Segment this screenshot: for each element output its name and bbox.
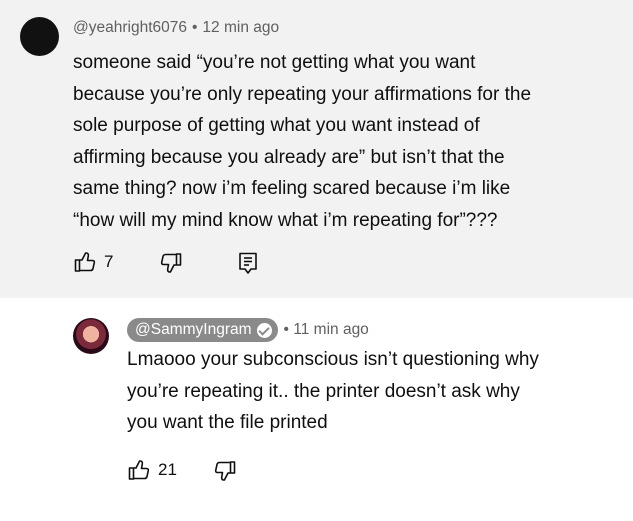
reply-icon	[239, 252, 257, 274]
thumbs-down-icon	[214, 461, 236, 481]
verified-check-icon	[256, 322, 272, 338]
like-count: 7	[104, 252, 114, 271]
separator: •	[191, 19, 198, 36]
comment: @yeahright6076 • 12 min ago someone said “…	[0, 0, 633, 298]
author-handle-pill[interactable]: @SammyIngram	[127, 318, 278, 342]
comment-text: someone said “you’re not getting what yo…	[73, 47, 623, 236]
reply-button[interactable]	[237, 251, 259, 275]
comment-line: someone said “you’re not getting what yo…	[73, 52, 476, 73]
comment-line: affirming because you already are” but i…	[73, 146, 505, 168]
reply-author: @SammyIngram	[135, 321, 252, 338]
reply-line: you’re repeating it.. the printer doesn’…	[127, 380, 520, 402]
comment-line: because you’re only repeating your affir…	[73, 83, 532, 105]
reply-line: you want the file printed	[127, 412, 328, 433]
like-count: 21	[158, 460, 177, 479]
reply-text: Lmaooo your subconscious isn’t questioni…	[127, 344, 622, 439]
reply-time-text: 11 min ago	[293, 321, 369, 338]
dislike-button[interactable]	[159, 251, 183, 275]
comment-line: sole purpose of getting what you want in…	[73, 115, 480, 136]
comment-line: same thing? now i’m feeling scared becau…	[73, 178, 511, 199]
comment-author[interactable]: @yeahright6076	[73, 19, 187, 36]
thumbs-down-icon	[160, 253, 182, 273]
avatar[interactable]	[20, 17, 59, 56]
thumbs-up-icon	[74, 252, 96, 272]
reply-line: Lmaooo your subconscious isn’t questioni…	[127, 349, 539, 370]
comment-meta: @yeahright6076 • 12 min ago	[73, 19, 279, 37]
like-button[interactable]: 7	[73, 250, 113, 274]
reply-comment: @SammyIngram • 11 min ago Lmaooo your su…	[0, 298, 633, 521]
thumbs-up-icon	[128, 460, 150, 480]
reply-meta: @SammyIngram • 11 min ago	[127, 318, 369, 342]
avatar[interactable]	[73, 318, 109, 354]
reply-timestamp[interactable]: • 11 min ago	[284, 321, 369, 339]
comment-timestamp[interactable]: 12 min ago	[202, 19, 279, 36]
like-button[interactable]: 21	[127, 458, 177, 482]
separator: •	[283, 321, 289, 338]
dislike-button[interactable]	[213, 459, 237, 483]
comment-line: “how will my mind know what i’m repeatin…	[73, 209, 498, 231]
